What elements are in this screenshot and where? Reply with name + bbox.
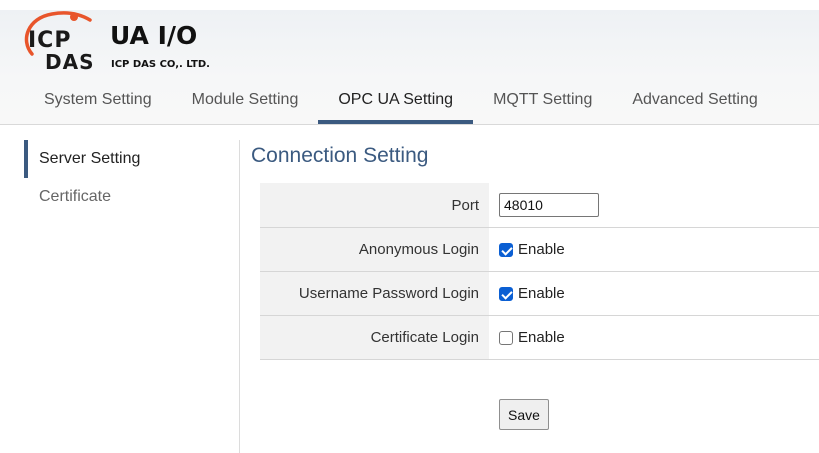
username-login-enable-label[interactable]: Enable	[518, 285, 565, 302]
top-strip	[0, 0, 819, 10]
logo-text-das: DAS	[45, 50, 95, 74]
tab-system-setting[interactable]: System Setting	[24, 86, 172, 124]
username-login-label: Username Password Login	[260, 272, 489, 315]
tab-module-setting[interactable]: Module Setting	[172, 86, 319, 124]
port-label: Port	[260, 183, 489, 227]
certificate-login-row: Certificate Login Enable	[260, 316, 819, 360]
tab-advanced-setting[interactable]: Advanced Setting	[612, 86, 777, 124]
port-value-cell	[489, 183, 819, 227]
sidebar: Server Setting Certificate	[24, 140, 240, 453]
certificate-login-enable-label[interactable]: Enable	[518, 329, 565, 346]
anonymous-login-value-cell: Enable	[489, 228, 819, 271]
anonymous-login-enable-label[interactable]: Enable	[518, 241, 565, 258]
main-nav: System Setting Module Setting OPC UA Set…	[24, 86, 778, 124]
page-title: Connection Setting	[251, 144, 429, 167]
username-login-value-cell: Enable	[489, 272, 819, 315]
save-button[interactable]: Save	[499, 399, 549, 430]
username-login-checkbox[interactable]	[499, 286, 513, 301]
certificate-login-label: Certificate Login	[260, 316, 489, 359]
port-input[interactable]	[499, 193, 599, 217]
anonymous-login-row: Anonymous Login Enable	[260, 228, 819, 272]
certificate-login-value-cell: Enable	[489, 316, 819, 359]
app-title: UA I/O	[110, 21, 198, 50]
connection-form: Port Anonymous Login Enable Username Pas…	[260, 183, 819, 360]
anonymous-login-label: Anonymous Login	[260, 228, 489, 271]
anonymous-login-checkbox[interactable]	[499, 242, 513, 257]
sidebar-item-certificate[interactable]: Certificate	[24, 178, 239, 216]
tab-opc-ua-setting[interactable]: OPC UA Setting	[318, 86, 474, 124]
certificate-login-checkbox[interactable]	[499, 330, 513, 345]
tab-mqtt-setting[interactable]: MQTT Setting	[473, 86, 612, 124]
company-name: ICP DAS CO,. LTD.	[111, 59, 210, 70]
port-row: Port	[260, 183, 819, 228]
sidebar-item-server-setting[interactable]: Server Setting	[24, 140, 239, 178]
header: ICP DAS UA I/O ICP DAS CO,. LTD. System …	[0, 10, 819, 125]
username-login-row: Username Password Login Enable	[260, 272, 819, 316]
